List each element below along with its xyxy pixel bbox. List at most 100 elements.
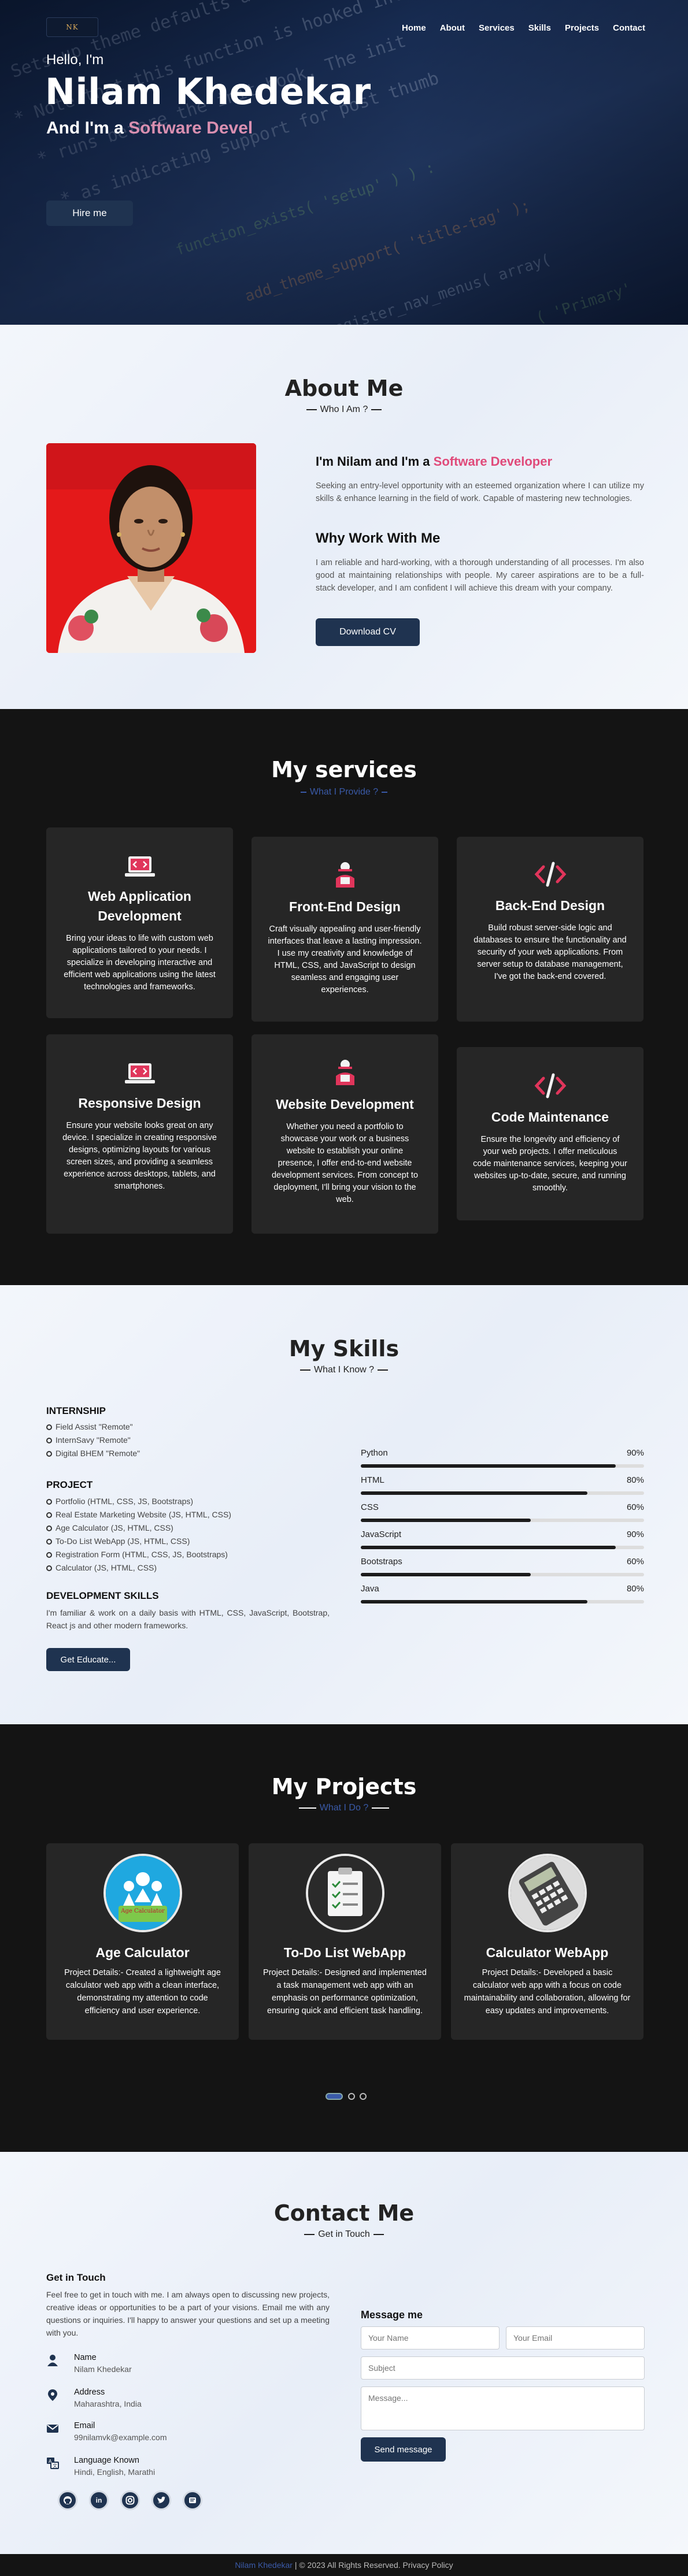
calculator-image	[508, 1854, 587, 1932]
designer-icon	[268, 861, 422, 889]
contact-info-value: Hindi, English, Marathi	[74, 2467, 156, 2477]
project-card-calculator[interactable]: Calculator WebApp Project Details:- Deve…	[451, 1843, 643, 2040]
skill-bar-fill	[361, 1464, 616, 1468]
list-item: Registration Form (HTML, CSS, JS, Bootst…	[46, 1548, 231, 1561]
linkedin-icon[interactable]: in	[89, 2490, 109, 2510]
footer-name-link[interactable]: Nilam Khedekar	[235, 2560, 293, 2570]
project-title: Calculator WebApp	[486, 1945, 609, 1960]
carousel-dot[interactable]	[360, 2093, 367, 2100]
project-card-todo-list[interactable]: To-Do List WebApp Project Details:- Desi…	[249, 1843, 441, 2040]
hero-role-typed: Software Devel	[128, 118, 253, 138]
get-in-touch-text: Feel free to get in touch with me. I am …	[46, 2290, 330, 2337]
skill-bar-track	[361, 1600, 644, 1603]
dev-skills-heading: DEVELOPMENT SKILLS	[46, 1590, 159, 1601]
footer-copyright: | © 2023 All Rights Reserved. Privacy Po…	[292, 2560, 453, 2570]
project-heading: PROJECT	[46, 1479, 93, 1490]
skill-bar-percent: 90%	[626, 1530, 644, 1539]
projects-title: My Projects	[271, 1774, 417, 1799]
skill-bar-fill	[361, 1600, 587, 1603]
service-title: Web Application Development	[88, 889, 191, 923]
services-subtitle: What I Provide ?	[0, 787, 688, 797]
contact-email-input[interactable]	[506, 2326, 645, 2349]
about-intro-heading: I'm Nilam and I'm a Software Developer	[316, 454, 553, 469]
skills-title: My Skills	[288, 1336, 400, 1361]
skill-bar-percent: 60%	[626, 1557, 644, 1567]
site-logo[interactable]: NK	[46, 17, 98, 37]
service-card-front-end-design: Front-End Design Craft visually appealin…	[251, 837, 438, 1022]
skill-bar-label: JavaScript	[361, 1530, 402, 1539]
skill-bar-label: Java	[361, 1584, 379, 1594]
list-item: InternSavy "Remote"	[46, 1434, 140, 1447]
list-item: Digital BHEM "Remote"	[46, 1447, 140, 1460]
about-title: About Me	[284, 376, 404, 401]
skill-bar-fill	[361, 1491, 587, 1495]
map-pin-icon	[48, 2389, 57, 2401]
nav-services[interactable]: Services	[479, 23, 515, 33]
get-educate-button[interactable]: Get Educate...	[46, 1648, 130, 1671]
instagram-icon[interactable]	[120, 2490, 140, 2510]
skill-bar-percent: 80%	[626, 1475, 644, 1485]
list-item: To-Do List WebApp (JS, HTML, CSS)	[46, 1535, 231, 1548]
github-icon[interactable]	[58, 2490, 77, 2510]
skill-bar-row: HTML 80%	[361, 1475, 644, 1495]
project-description: Project Details:- Designed and implement…	[263, 1968, 427, 2015]
send-message-button[interactable]: Send message	[361, 2437, 446, 2462]
service-description: Ensure your website looks great on any d…	[62, 1121, 217, 1191]
nav-contact[interactable]: Contact	[613, 23, 645, 33]
carousel-dot-active[interactable]	[325, 2093, 343, 2100]
services-title: My services	[271, 757, 417, 782]
nav-projects[interactable]: Projects	[565, 23, 599, 33]
internship-list: Field Assist "Remote" InternSavy "Remote…	[46, 1420, 140, 1460]
todo-list-image	[305, 1854, 384, 1932]
service-title: Website Development	[276, 1097, 414, 1112]
carousel-dot[interactable]	[348, 2093, 355, 2100]
service-description: Bring your ideas to life with custom web…	[64, 934, 216, 992]
about-intro-typed: Software Developer	[433, 454, 553, 469]
project-list: Portfolio (HTML, CSS, JS, Bootstraps) Re…	[46, 1495, 231, 1575]
skill-bar-label: Bootstraps	[361, 1557, 402, 1567]
skill-bar-percent: 90%	[626, 1448, 644, 1458]
service-description: Whether you need a portfolio to showcase…	[271, 1122, 419, 1204]
bookmark-icon[interactable]	[183, 2490, 202, 2510]
age-calculator-image-text: Age Calculator	[120, 1908, 165, 1914]
nav-home[interactable]: Home	[402, 23, 426, 33]
skill-bar-row: CSS 60%	[361, 1502, 644, 1522]
designer-icon	[268, 1059, 422, 1086]
list-item: Calculator (JS, HTML, CSS)	[46, 1561, 231, 1575]
contact-subject-input[interactable]	[361, 2356, 645, 2380]
contact-name-input[interactable]	[361, 2326, 500, 2349]
skill-bar-percent: 80%	[626, 1584, 644, 1594]
svg-text:A: A	[49, 2459, 52, 2464]
list-item: Real Estate Marketing Website (JS, HTML,…	[46, 1508, 231, 1521]
download-cv-button[interactable]: Download CV	[316, 618, 420, 646]
contact-info-value: Nilam Khedekar	[74, 2365, 132, 2374]
main-nav: Home About Services Skills Projects Cont…	[402, 23, 645, 33]
project-title: To-Do List WebApp	[283, 1945, 406, 1960]
internship-heading: INTERNSHIP	[46, 1405, 106, 1416]
skill-bar-fill	[361, 1519, 531, 1522]
contact-info-title: Address	[74, 2388, 105, 2397]
skill-bar-row: Python 90%	[361, 1448, 644, 1468]
skill-bar-track	[361, 1519, 644, 1522]
list-item: Portfolio (HTML, CSS, JS, Bootstraps)	[46, 1495, 231, 1508]
contact-info-value: Maharashtra, India	[74, 2399, 142, 2408]
skill-bar-label: CSS	[361, 1502, 379, 1512]
hire-me-button[interactable]: Hire me	[46, 201, 133, 226]
skill-bar-track	[361, 1491, 644, 1495]
list-item: Field Assist "Remote"	[46, 1420, 140, 1434]
contact-message-textarea[interactable]	[361, 2386, 645, 2430]
skill-bar-label: Python	[361, 1448, 388, 1458]
project-description: Project Details:- Developed a basic calc…	[464, 1968, 631, 2015]
get-in-touch-heading: Get in Touch	[46, 2272, 106, 2283]
service-title: Back-End Design	[495, 898, 605, 913]
nav-skills[interactable]: Skills	[528, 23, 551, 33]
profile-photo	[46, 443, 256, 653]
project-card-age-calculator[interactable]: Age Calculator Age Calculator Project De…	[46, 1843, 239, 2040]
twitter-icon[interactable]	[151, 2490, 171, 2510]
code-icon	[473, 1072, 627, 1099]
about-intro-text: Seeking an entry-level opportunity with …	[316, 481, 644, 503]
nav-about[interactable]: About	[440, 23, 465, 33]
envelope-icon	[47, 2425, 58, 2433]
hero-role: And I'm a Software Devel	[46, 118, 253, 138]
code-icon	[473, 861, 627, 888]
